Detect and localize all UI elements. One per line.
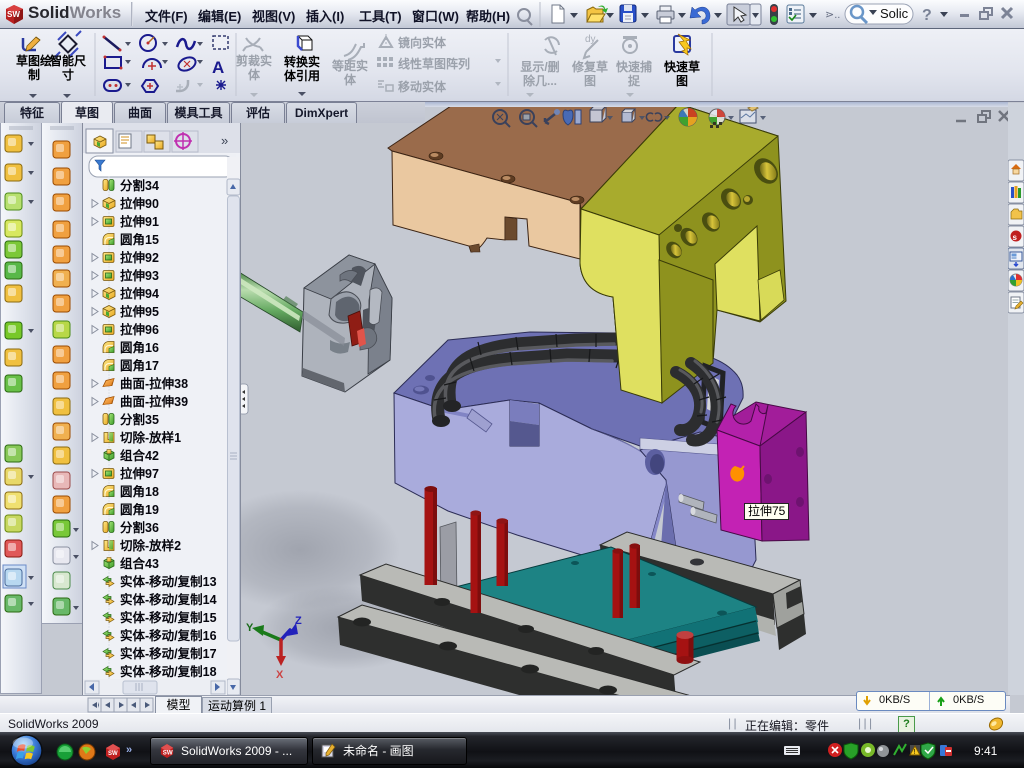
svg-text:⋗..: ⋗.. [825, 9, 840, 21]
svg-text:拉伸92: 拉伸92 [120, 250, 159, 265]
svg-text:Solic: Solic [880, 6, 909, 21]
svg-text:»: » [221, 133, 228, 148]
svg-text:拉伸96: 拉伸96 [120, 322, 159, 337]
svg-text:拉伸90: 拉伸90 [120, 196, 159, 211]
svg-text:实体-移动/复制18: 实体-移动/复制18 [120, 664, 217, 679]
svg-text:9:41: 9:41 [974, 744, 998, 758]
svg-text:切除-放样2: 切除-放样2 [120, 538, 181, 553]
svg-text:曲面-拉伸39: 曲面-拉伸39 [120, 394, 188, 409]
svg-text:拉伸97: 拉伸97 [120, 466, 159, 481]
svg-text:分割34: 分割34 [120, 178, 159, 193]
svg-text:拉伸95: 拉伸95 [120, 304, 159, 319]
svg-text:实体-移动/复制16: 实体-移动/复制16 [120, 628, 217, 643]
svg-text:»: » [126, 744, 132, 756]
svg-text:SW: SW [108, 751, 118, 757]
svg-text:!: ! [914, 749, 916, 756]
svg-text:Y: Y [246, 622, 254, 634]
svg-text:切除-放样1: 切除-放样1 [120, 430, 181, 445]
svg-text:s: s [1013, 233, 1018, 242]
svg-text:A: A [212, 58, 224, 77]
svg-text:X: X [276, 669, 284, 681]
svg-text:曲面-拉伸38: 曲面-拉伸38 [120, 376, 188, 391]
svg-text:圆角16: 圆角16 [120, 340, 159, 355]
svg-text:dy: dy [585, 34, 596, 45]
svg-text:圆角19: 圆角19 [120, 502, 159, 517]
svg-text:圆角17: 圆角17 [120, 358, 159, 373]
svg-text:实体-移动/复制13: 实体-移动/复制13 [120, 574, 217, 589]
svg-text:圆角18: 圆角18 [120, 484, 159, 499]
svg-text:Z: Z [295, 615, 302, 627]
svg-text:拉伸94: 拉伸94 [120, 286, 159, 301]
svg-text:组合43: 组合43 [120, 556, 159, 571]
svg-text:SW: SW [163, 749, 173, 756]
svg-text:拉伸91: 拉伸91 [120, 214, 159, 229]
svg-text:分割35: 分割35 [120, 412, 159, 427]
svg-text:实体-移动/复制17: 实体-移动/复制17 [120, 646, 217, 661]
svg-text:分割36: 分割36 [120, 520, 159, 535]
svg-text:实体-移动/复制14: 实体-移动/复制14 [120, 592, 217, 607]
svg-text:圆角15: 圆角15 [120, 232, 159, 247]
svg-text:SW: SW [7, 10, 20, 19]
svg-text:组合42: 组合42 [120, 448, 159, 463]
svg-text:?: ? [922, 7, 932, 24]
svg-text:实体-移动/复制15: 实体-移动/复制15 [120, 610, 217, 625]
svg-text:拉伸93: 拉伸93 [120, 268, 159, 283]
